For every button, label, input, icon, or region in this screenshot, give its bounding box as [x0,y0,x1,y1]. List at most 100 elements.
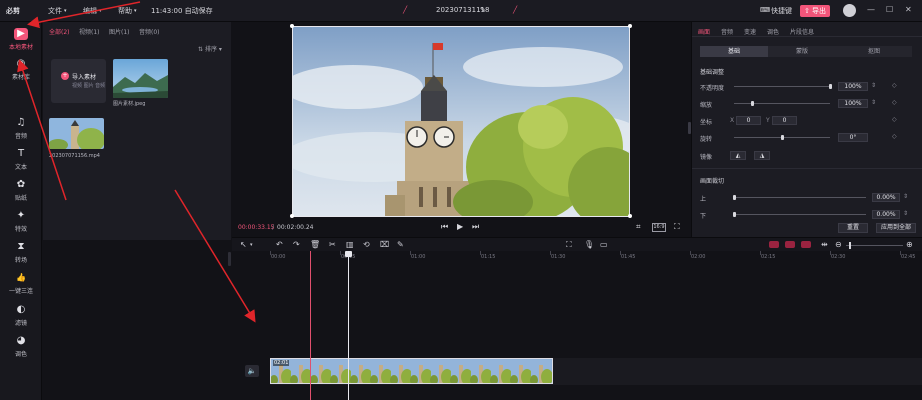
tab-clip-info[interactable]: 片段信息 [790,27,814,36]
smart-cut-icon[interactable]: ⛶ [566,240,572,250]
crop-top-knob[interactable] [733,195,736,200]
segment-basic[interactable]: 基础 [700,46,768,57]
split-icon[interactable]: ✂ [329,240,336,249]
stepper-icon[interactable]: ⇕ [871,99,876,106]
segment-mask[interactable]: 蒙版 [768,46,836,57]
coord-x-input[interactable]: 0 [736,116,761,125]
track-volume-icon[interactable]: 🔈 [245,365,259,377]
menu-edit[interactable]: 编辑 [83,6,97,16]
crop-bottom-slider[interactable] [734,214,866,215]
video-clip[interactable]: 02:01 [270,358,553,384]
tab-audio[interactable]: 音频(0) [139,27,160,36]
tab-video[interactable]: 视频(1) [79,27,100,36]
rotate-slider-knob[interactable] [781,135,784,140]
reverse-icon[interactable]: ⟲ [363,240,370,249]
zoom-slider-knob[interactable] [849,242,851,249]
rail-item-text[interactable]: T 文本 [0,146,42,176]
tab-color-adjust[interactable]: 调色 [767,27,779,36]
rail-item-effect[interactable]: ✦ 特效 [0,208,42,238]
crop-top-slider[interactable] [734,197,866,198]
subtitle-icon[interactable]: ▭ [600,240,608,249]
rail-item-filter[interactable]: ◐ 滤镜 [0,302,42,332]
menu-help[interactable]: 帮助 [118,6,132,16]
flip-horizontal-icon[interactable]: ◭ [730,151,746,160]
zoom-in-icon[interactable]: ⊕ [906,240,913,249]
crop-handle[interactable] [290,24,294,28]
keyframe-icon[interactable]: ◇ [892,82,897,89]
opacity-slider[interactable] [734,86,830,87]
crop-handle[interactable] [628,24,632,28]
scale-value[interactable]: 100% [838,99,868,108]
keyframe-icon[interactable]: ◇ [892,99,897,106]
tab-audio-props[interactable]: 音频 [721,27,733,36]
freeze-frame-icon[interactable]: ▥ [346,240,354,249]
chevron-down-icon[interactable]: ▾ [250,242,253,248]
delete-icon[interactable]: 🗑 [310,240,320,249]
panel-resize-handle[interactable] [228,252,231,266]
crop-top-value[interactable]: 0.00% [872,193,900,202]
microphone-icon[interactable]: 🎙 [584,240,594,249]
opacity-slider-knob[interactable] [829,84,832,89]
audio-toggle-icon[interactable] [801,241,811,248]
shortcut-button[interactable]: 快捷键 [771,6,792,16]
fullscreen-icon[interactable]: ⛶ [674,222,680,232]
apply-all-button[interactable]: 应用到全部 [876,223,916,233]
tab-speed[interactable]: 变速 [744,27,756,36]
playhead[interactable] [348,251,349,400]
crop-icon[interactable]: ⌗ [636,222,641,232]
keyframe-icon[interactable]: ◇ [892,116,897,123]
rail-item-transition[interactable]: ⧗ 转场 [0,239,42,269]
zoom-out-icon[interactable]: ⊖ [835,240,842,249]
edit-icon[interactable]: ✎ [480,6,486,14]
tab-image[interactable]: 图片(1) [109,27,130,36]
crop-tool-icon[interactable]: ⌧ [380,240,389,249]
tab-all[interactable]: 全部(2) [49,27,70,36]
tab-picture[interactable]: 画面 [698,27,710,36]
reset-button[interactable]: 重置 [838,223,868,233]
rail-item-audio[interactable]: ♫ 音频 [0,115,42,145]
maximize-icon[interactable]: ☐ [886,5,893,14]
avatar[interactable] [843,4,856,17]
crop-handle[interactable] [290,214,294,218]
rail-item-color[interactable]: ◕ 调色 [0,333,42,363]
prev-frame-icon[interactable]: ⏮ [441,222,448,232]
coord-y-input[interactable]: 0 [772,116,797,125]
playhead-handle[interactable] [345,251,352,257]
preview-canvas[interactable] [292,26,630,217]
sort-dropdown[interactable]: ⇅ 排序 ▾ [198,44,222,53]
select-pointer-icon[interactable]: ↖ [240,240,247,249]
aspect-ratio-button[interactable]: 16:9 [652,223,666,232]
crop-bottom-knob[interactable] [733,212,736,217]
import-media-button[interactable]: + 导入素材 视频 图片 音频 [51,59,106,103]
play-icon[interactable]: ▶ [457,222,463,231]
link-toggle-icon[interactable] [785,241,795,248]
keyboard-icon[interactable]: ⌨ [760,6,770,14]
keyframe-icon[interactable]: ◇ [892,133,897,140]
rotate-value[interactable]: 0° [838,133,868,142]
media-thumbnail-video[interactable] [49,118,104,149]
zoom-slider[interactable] [846,245,903,246]
rail-item-one-click-triple[interactable]: 👍 一键三连 [0,270,42,300]
next-frame-icon[interactable]: ⏭ [472,222,479,232]
rail-item-material-library[interactable]: ◉ 素材库 [0,56,42,86]
snap-toggle-icon[interactable] [769,241,779,248]
export-button[interactable]: ⇧ 导出 [800,5,830,17]
flip-vertical-icon[interactable]: ◮ [754,151,770,160]
crop-bottom-value[interactable]: 0.00% [872,210,900,219]
media-thumbnail-image[interactable] [113,59,168,98]
fit-timeline-icon[interactable]: ⇹ [821,240,828,249]
minimize-icon[interactable]: — [867,5,875,14]
redo-icon[interactable]: ↷ [293,240,300,249]
time-ruler[interactable]: 00:00 00:15 01:00 01:15 01:30 01:45 02:0… [270,251,922,265]
stepper-icon[interactable]: ⇕ [871,82,876,89]
menu-file[interactable]: 文件 [48,6,62,16]
scale-slider-knob[interactable] [751,101,754,106]
rail-item-sticker[interactable]: ✿ 贴纸 [0,177,42,207]
crop-handle[interactable] [628,214,632,218]
scale-slider[interactable] [734,103,830,104]
rail-item-local-media[interactable]: ▶ 本地素材 [0,26,42,56]
stepper-icon[interactable]: ⇕ [903,210,908,217]
marker-icon[interactable]: ✎ [397,240,404,249]
segment-keying[interactable]: 抠图 [836,46,912,57]
close-icon[interactable]: ✕ [905,5,912,14]
